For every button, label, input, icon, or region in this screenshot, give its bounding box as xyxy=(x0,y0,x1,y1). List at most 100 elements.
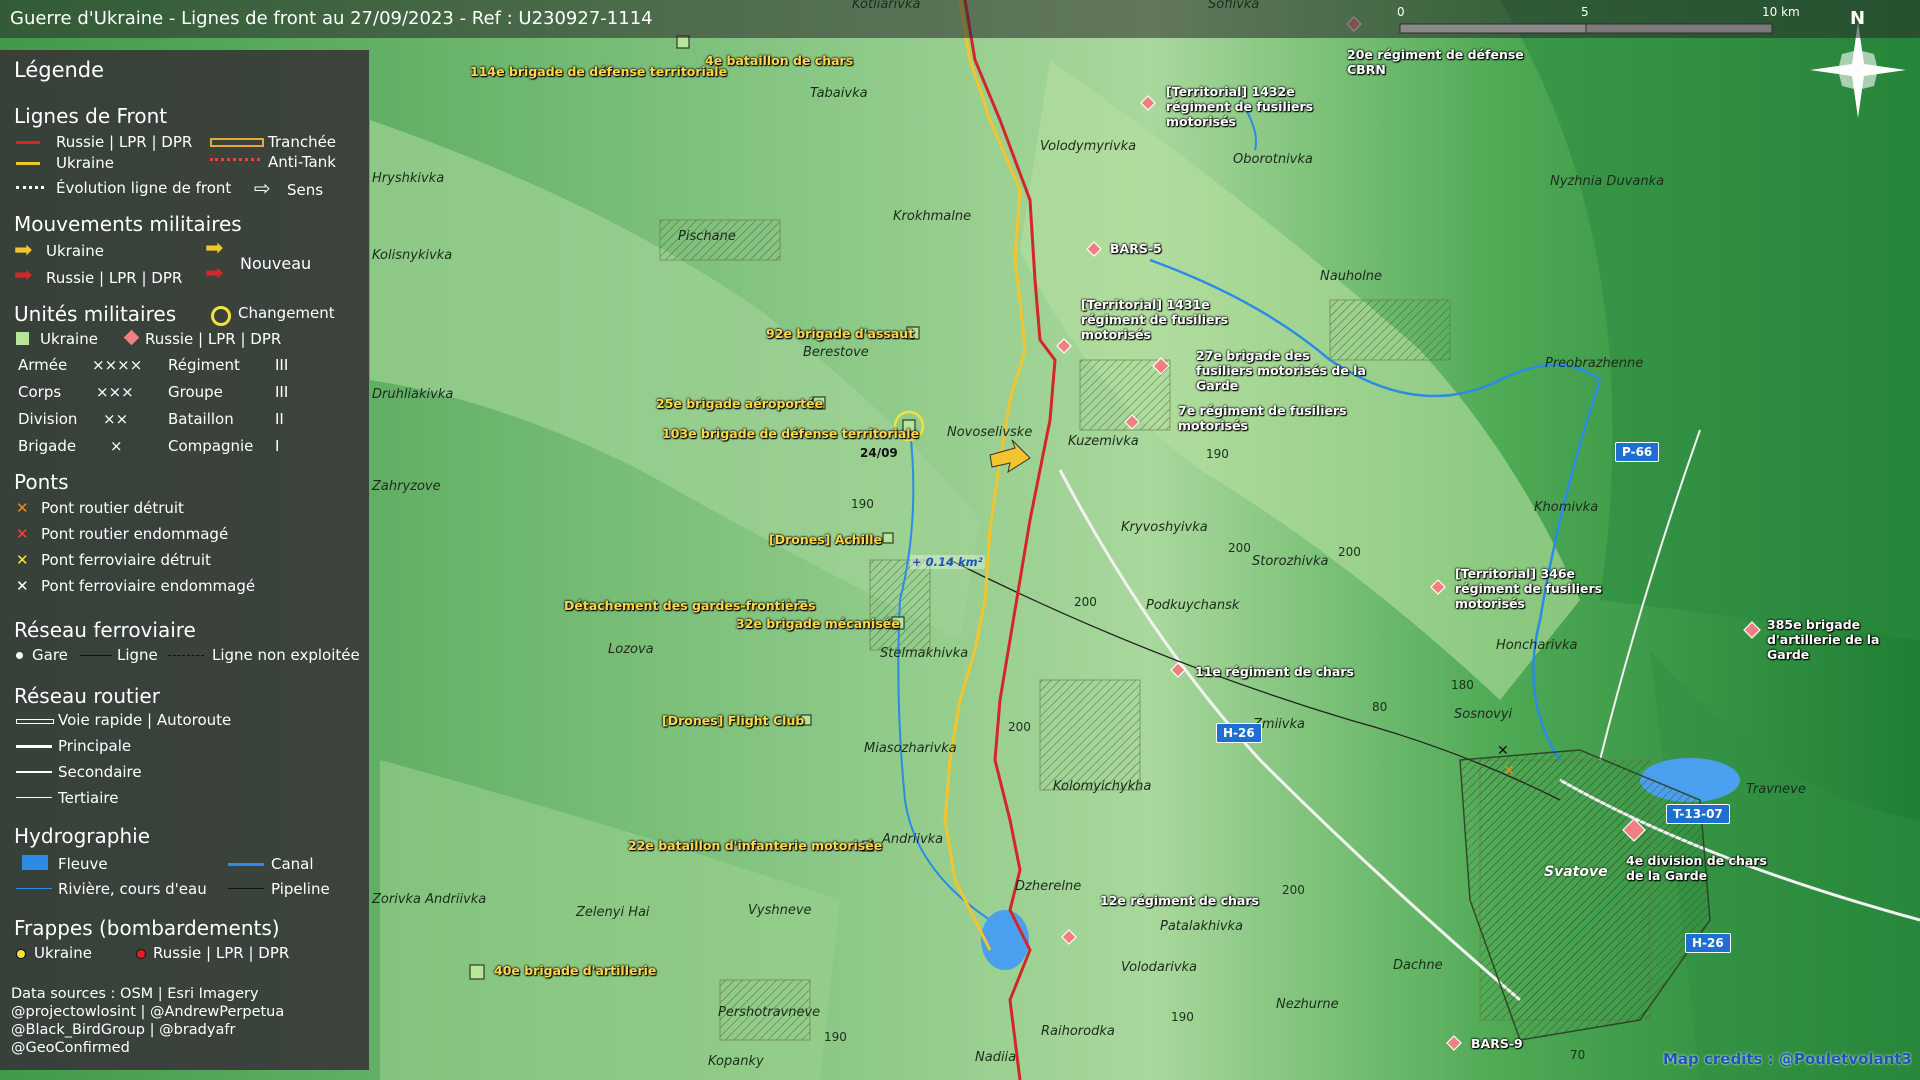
elevation-label: 180 xyxy=(1451,678,1474,692)
place-label: Kolisnykivka xyxy=(372,248,453,263)
road-bridge-damaged-icon: ✕ xyxy=(16,525,29,543)
ru-unit-diamond-icon xyxy=(123,329,140,346)
ru-unit-label: 20e régiment de défense CBRN xyxy=(1347,47,1524,77)
place-label: Sosnovyi xyxy=(1454,707,1513,722)
echelon-label: Bataillon xyxy=(168,410,234,428)
data-sources-line: @Black_BirdGroup | @bradyafr xyxy=(11,1022,236,1038)
legend-road-item: Principale xyxy=(58,737,132,755)
elevation-label: 200 xyxy=(1008,720,1031,734)
direction-arrow-icon: ⇨ xyxy=(254,176,271,200)
legend-rail-station: Gare xyxy=(32,646,68,664)
rail-bridge-damaged-legend-icon: ✕ xyxy=(16,577,29,595)
echelon-label: Groupe xyxy=(168,383,223,401)
place-label: Volodarivka xyxy=(1121,960,1198,975)
elevation-label: 190 xyxy=(1171,1010,1194,1024)
place-label: Sofiivka xyxy=(1208,0,1260,12)
echelon-symbol: III xyxy=(275,383,289,401)
place-label: Novoselivske xyxy=(947,425,1033,440)
legend-movements-heading: Mouvements militaires xyxy=(14,212,242,236)
area-annotation: + 0.14 km² xyxy=(910,555,985,569)
bridge-destroyed-icon: ✕ xyxy=(1503,763,1515,779)
place-label: Pershotravneve xyxy=(718,1005,821,1020)
place-label: Oborotnivka xyxy=(1233,152,1313,167)
legend-strikes-ukraine: Ukraine xyxy=(34,944,92,962)
legend-units-heading: Unités militaires xyxy=(14,302,177,326)
ua-unit-square-icon xyxy=(16,332,29,345)
elevation-label: 80 xyxy=(1372,700,1388,714)
place-label: Volodymyrivka xyxy=(1040,139,1137,154)
place-label: Kuzemivka xyxy=(1068,434,1139,449)
echelon-symbol: I xyxy=(275,437,280,455)
main-road-icon xyxy=(16,745,52,748)
elevation-label: 190 xyxy=(1206,447,1229,461)
echelon-label: Corps xyxy=(18,383,62,401)
echelon-symbol: × xyxy=(110,437,123,455)
road-shield: H-26 xyxy=(1685,933,1731,953)
legend-strikes-heading: Frappes (bombardements) xyxy=(14,916,280,940)
data-sources-line: Data sources : OSM | Esri Imagery xyxy=(11,986,259,1002)
legend-strikes-russia: Russie | LPR | DPR xyxy=(153,944,290,962)
legend-road-item: Tertiaire xyxy=(58,789,119,807)
place-label: Druhliakivka xyxy=(372,387,454,402)
echelon-label: Compagnie xyxy=(168,437,254,455)
legend-rail-line: Ligne xyxy=(117,646,158,664)
ua-unit-label: 114e brigade de défense territoriale xyxy=(470,64,728,79)
canal-icon xyxy=(228,863,264,866)
place-label: Preobrazhenne xyxy=(1545,356,1644,371)
ua-new-arrow-icon: ➡ xyxy=(205,236,224,261)
place-label: Raihorodka xyxy=(1041,1024,1115,1039)
echelon-symbol: ××× xyxy=(96,383,134,401)
legend-road-heading: Réseau routier xyxy=(14,684,160,708)
place-label: Krokhmalne xyxy=(893,209,972,224)
place-label: Zorivka Andriivka xyxy=(372,892,487,907)
legend-units-russia: Russie | LPR | DPR xyxy=(145,330,282,348)
road-bridge-destroyed-icon: ✕ xyxy=(16,499,29,517)
legend-bridge-item: Pont routier endommagé xyxy=(41,525,229,543)
place-label: Nyzhnia Duvanka xyxy=(1550,174,1665,189)
place-label: Nadiia xyxy=(975,1050,1017,1065)
evolution-line-icon xyxy=(16,186,44,189)
ua-unit-label: 103e brigade de défense territoriale xyxy=(662,426,920,441)
ru-unit-label: 7e régiment de fusiliers motorisés xyxy=(1178,403,1347,433)
legend-hydro-heading: Hydrographie xyxy=(14,824,150,848)
elevation-label: 200 xyxy=(1228,541,1251,555)
ru-new-arrow-icon: ➡ xyxy=(205,261,224,286)
ru-unit-label: 385e brigade d'artillerie de la Garde xyxy=(1767,617,1880,662)
ua-unit-label: [Drones] Flight Club xyxy=(662,713,805,728)
echelon-symbol: ×× xyxy=(103,410,129,428)
elevation-label: 200 xyxy=(1074,595,1097,609)
place-label: Travneve xyxy=(1746,782,1806,797)
legend-hydro-canal: Canal xyxy=(271,855,314,873)
legend-hydro-river: Fleuve xyxy=(58,855,108,873)
place-label: Podkuychansk xyxy=(1146,598,1240,613)
legend-move-ukraine: Ukraine xyxy=(46,242,104,260)
place-label: Patalakhivka xyxy=(1160,919,1244,934)
legend-units-ukraine: Ukraine xyxy=(40,330,98,348)
map-title: Guerre d'Ukraine - Lignes de front au 27… xyxy=(10,8,653,29)
legend-rail-heading: Réseau ferroviaire xyxy=(14,618,196,642)
ua-unit-label: 92e brigade d'assaut xyxy=(766,326,915,341)
legend-bridges-heading: Ponts xyxy=(14,470,69,494)
rail-unused-icon xyxy=(168,655,204,656)
legend-hydro-pipeline: Pipeline xyxy=(271,880,330,898)
rail-bridge-damaged-icon: ✕ xyxy=(1497,743,1509,759)
ru-unit-label: 12e régiment de chars xyxy=(1100,893,1259,908)
echelon-label: Régiment xyxy=(168,356,240,374)
elevation-label: 200 xyxy=(1338,545,1361,559)
place-label: Nauholne xyxy=(1320,269,1382,284)
ua-move-arrow-icon: ➡ xyxy=(14,238,33,263)
place-label: Andriivka xyxy=(882,832,944,847)
tertiary-road-icon xyxy=(16,797,52,798)
place-label: Zahryzove xyxy=(372,479,441,494)
place-label: Miasozharivka xyxy=(864,741,957,756)
secondary-road-icon xyxy=(16,771,52,773)
scale-mid: 5 xyxy=(1581,5,1589,19)
echelon-symbol: III xyxy=(275,356,289,374)
place-label: Khomivka xyxy=(1534,500,1599,515)
echelon-symbol: ×××× xyxy=(92,356,143,374)
elevation-label: 70 xyxy=(1570,1048,1586,1062)
ru-unit-label: BARS-5 xyxy=(1110,241,1162,256)
ukraine-line-icon xyxy=(16,162,40,165)
legend-front-antitank: Anti-Tank xyxy=(268,153,336,171)
echelon-label: Division xyxy=(18,410,78,428)
